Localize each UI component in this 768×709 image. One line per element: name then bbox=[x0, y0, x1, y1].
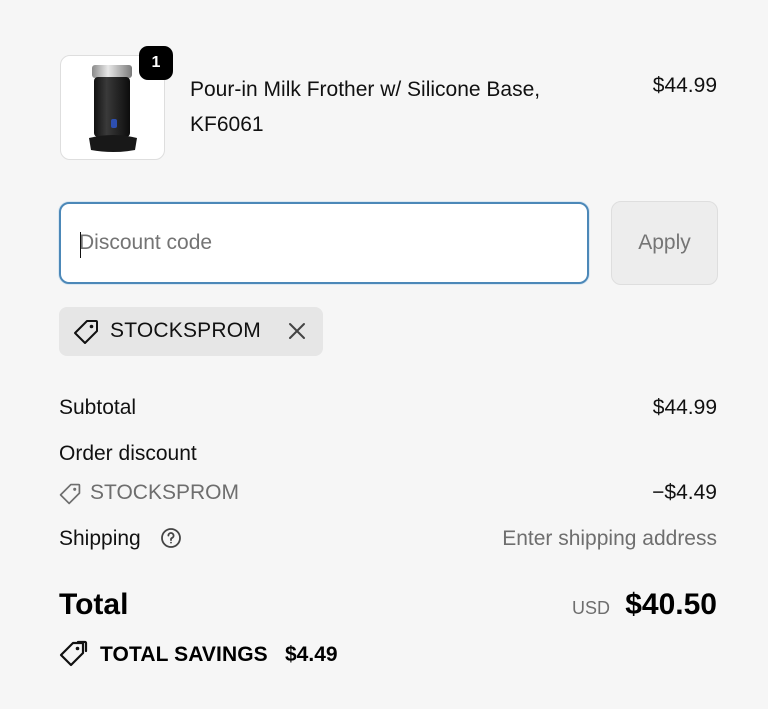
text-caret bbox=[80, 232, 81, 258]
order-discount-label: Order discount bbox=[59, 442, 197, 465]
currency-code: USD bbox=[571, 598, 610, 618]
total-savings-label: TOTAL SAVINGS bbox=[100, 643, 268, 666]
quantity-badge: 1 bbox=[139, 46, 173, 80]
order-discount-value: −$4.49 bbox=[652, 481, 717, 504]
tag-icon bbox=[72, 318, 100, 351]
apply-button[interactable]: Apply bbox=[611, 201, 718, 285]
applied-discount-chip: STOCKSPROM bbox=[59, 307, 323, 356]
total-value: $40.50 bbox=[625, 588, 717, 621]
product-title-line-2: KF6061 bbox=[190, 113, 264, 136]
help-circle-icon[interactable] bbox=[160, 527, 182, 554]
total-savings-value: $4.49 bbox=[285, 643, 338, 666]
milk-frother-image bbox=[89, 65, 137, 152]
subtotal-value: $44.99 bbox=[652, 396, 717, 419]
savings-tag-icon bbox=[58, 640, 88, 673]
product-price: $44.99 bbox=[652, 74, 717, 97]
total-label: Total bbox=[59, 588, 129, 621]
discount-code-input[interactable] bbox=[61, 204, 587, 282]
subtotal-label: Subtotal bbox=[59, 396, 137, 419]
order-discount-code: STOCKSPROM bbox=[90, 481, 239, 504]
shipping-label: Shipping bbox=[59, 527, 141, 550]
product-title-line-1: Pour-in Milk Frother w/ Silicone Base, bbox=[190, 78, 541, 101]
discount-code-field[interactable] bbox=[59, 202, 589, 284]
remove-discount-icon[interactable] bbox=[285, 319, 309, 348]
applied-discount-code: STOCKSPROM bbox=[110, 319, 261, 342]
shipping-value: Enter shipping address bbox=[502, 527, 717, 550]
product-title: Pour-in Milk Frother w/ Silicone Base, K… bbox=[190, 72, 610, 142]
discount-tag-icon bbox=[58, 482, 82, 511]
